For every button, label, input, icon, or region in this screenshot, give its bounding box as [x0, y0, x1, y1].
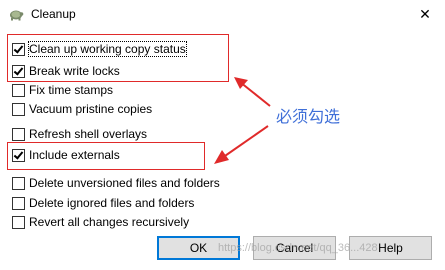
option-label: Refresh shell overlays [29, 127, 148, 141]
annotation-text: 必须勾选 [276, 107, 341, 126]
arrow-to-externals-box-icon [214, 125, 269, 164]
checkbox[interactable] [12, 215, 25, 229]
option-label: Delete ignored files and folders [29, 196, 195, 210]
ok-button[interactable]: OK [157, 236, 240, 260]
checkbox[interactable] [12, 127, 25, 141]
window-title: Cleanup [31, 7, 76, 21]
annotation-box-externals [7, 142, 205, 170]
close-button[interactable]: ✕ [407, 2, 443, 26]
option-label: Fix time stamps [29, 83, 114, 97]
checkbox[interactable] [12, 176, 25, 190]
help-label: Help [378, 241, 403, 255]
option-label: Delete unversioned files and folders [29, 176, 220, 190]
annotation-box-top [7, 34, 229, 82]
option-delete-ignored[interactable]: Delete ignored files and folders [12, 195, 194, 211]
option-revert-all-changes[interactable]: Revert all changes recursively [12, 214, 189, 230]
option-delete-unversioned[interactable]: Delete unversioned files and folders [12, 175, 220, 191]
cancel-label: Cancel [275, 241, 314, 255]
close-icon: ✕ [419, 5, 431, 22]
option-label: Vacuum pristine copies [29, 102, 153, 116]
option-vacuum-pristine-copies[interactable]: Vacuum pristine copies [12, 101, 152, 117]
checkbox[interactable] [12, 196, 25, 210]
arrow-to-top-box-icon [234, 77, 271, 107]
checkbox[interactable] [12, 102, 25, 116]
title-bar: Cleanup ✕ [0, 0, 445, 28]
ok-label: OK [189, 241, 208, 255]
help-button[interactable]: Help [349, 236, 432, 260]
option-refresh-shell-overlays[interactable]: Refresh shell overlays [12, 126, 147, 142]
option-label: Revert all changes recursively [29, 215, 190, 229]
tortoise-icon [10, 10, 24, 21]
checkbox[interactable] [12, 83, 25, 97]
option-fix-time-stamps[interactable]: Fix time stamps [12, 82, 113, 98]
cancel-button[interactable]: Cancel [253, 236, 336, 260]
